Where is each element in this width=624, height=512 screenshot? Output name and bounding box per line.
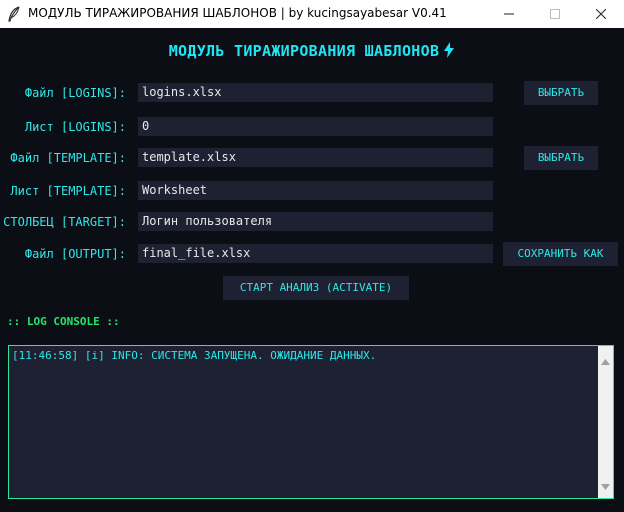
template-sheet-field[interactable]: Worksheet bbox=[138, 181, 493, 200]
log-scrollbar[interactable] bbox=[598, 346, 613, 498]
page-title: МОДУЛЬ ТИРАЖИРОВАНИЯ ШАБЛОНОВ bbox=[0, 42, 624, 62]
logins-sheet-label: Лист [LOGINS]: bbox=[24, 120, 126, 134]
log-line: [11:46:58] [i] INFO: СИСТЕМА ЗАПУЩЕНА. О… bbox=[12, 349, 377, 362]
select-template-button[interactable]: ВЫБРАТЬ bbox=[524, 146, 598, 170]
log-console-title: :: LOG CONSOLE :: bbox=[7, 315, 120, 328]
target-column-field[interactable]: Логин пользователя bbox=[138, 212, 493, 231]
close-icon bbox=[596, 9, 606, 19]
window-titlebar: МОДУЛЬ ТИРАЖИРОВАНИЯ ШАБЛОНОВ | by kucin… bbox=[0, 0, 624, 28]
output-file-label: Файл [OUTPUT]: bbox=[24, 247, 126, 261]
app-body: МОДУЛЬ ТИРАЖИРОВАНИЯ ШАБЛОНОВ Файл [LOGI… bbox=[0, 28, 624, 512]
minimize-icon bbox=[504, 13, 514, 15]
window-title: МОДУЛЬ ТИРАЖИРОВАНИЯ ШАБЛОНОВ | by kucin… bbox=[28, 6, 447, 20]
log-console[interactable]: [11:46:58] [i] INFO: СИСТЕМА ЗАПУЩЕНА. О… bbox=[8, 345, 614, 499]
logins-file-field[interactable]: logins.xlsx bbox=[138, 83, 493, 102]
maximize-button[interactable] bbox=[532, 0, 578, 28]
maximize-icon bbox=[550, 9, 560, 19]
target-column-label: СТОЛБЕЦ [TARGET]: bbox=[3, 215, 126, 229]
scroll-up-arrow-icon[interactable] bbox=[601, 350, 610, 369]
lightning-icon bbox=[443, 42, 455, 62]
template-file-label: Файл [TEMPLATE]: bbox=[10, 151, 126, 165]
minimize-button[interactable] bbox=[486, 0, 532, 28]
logins-file-label: Файл [LOGINS]: bbox=[24, 86, 126, 100]
output-file-field[interactable]: final_file.xlsx bbox=[138, 244, 493, 263]
feather-icon bbox=[7, 6, 21, 22]
select-logins-button[interactable]: ВЫБРАТЬ bbox=[524, 81, 598, 105]
close-button[interactable] bbox=[578, 0, 624, 28]
template-file-field[interactable]: template.xlsx bbox=[138, 148, 493, 167]
start-analysis-button[interactable]: СТАРТ АНАЛИЗ (ACTIVATE) bbox=[223, 276, 409, 300]
save-as-button[interactable]: СОХРАНИТЬ КАК bbox=[503, 242, 618, 266]
template-sheet-label: Лист [TEMPLATE]: bbox=[10, 184, 126, 198]
scroll-down-arrow-icon[interactable] bbox=[601, 475, 610, 494]
page-title-text: МОДУЛЬ ТИРАЖИРОВАНИЯ ШАБЛОНОВ bbox=[168, 42, 440, 60]
logins-sheet-field[interactable]: 0 bbox=[138, 117, 493, 136]
